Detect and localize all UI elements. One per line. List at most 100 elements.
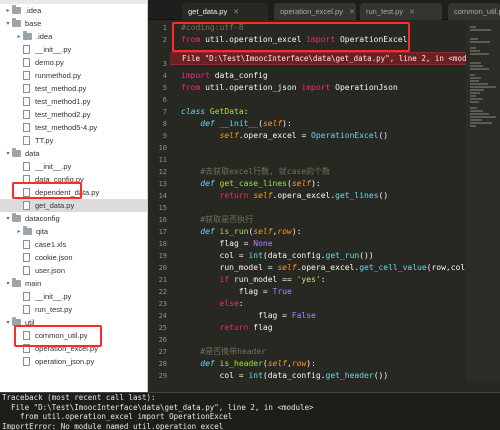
line-number: 22 bbox=[158, 288, 167, 296]
chevron-right-icon[interactable]: ▸ bbox=[4, 7, 12, 14]
tree-file[interactable]: __init__.py bbox=[0, 290, 147, 303]
tree-folder[interactable]: ▸ .idea bbox=[0, 4, 147, 17]
tree-file[interactable]: TT.py bbox=[0, 134, 147, 147]
code-token: : bbox=[238, 299, 244, 308]
tree-item-label: dependent_data.py bbox=[35, 188, 100, 197]
tree-folder[interactable]: ▾ util bbox=[0, 316, 147, 329]
folder-icon bbox=[23, 226, 32, 235]
code-token: get_cell_value bbox=[359, 263, 427, 272]
code-token: self bbox=[219, 131, 239, 140]
line-number-gutter: 1 2 3 4 5 6 7 8 9 10 11 12 13 14 15 16 17 18 19 20 21 22 23 24 2… bbox=[148, 20, 170, 382]
editor-tab[interactable]: run_test.py ✕ bbox=[360, 3, 442, 20]
tree-file[interactable]: demo.py bbox=[0, 56, 147, 69]
line-number: 28 bbox=[158, 360, 167, 368]
minimap-line bbox=[470, 86, 496, 88]
tree-item-label: main bbox=[25, 279, 42, 288]
close-icon[interactable]: ✕ bbox=[349, 8, 355, 16]
tree-file[interactable]: __init__.py bbox=[0, 160, 147, 173]
file-icon bbox=[23, 110, 30, 119]
chevron-down-icon[interactable]: ▾ bbox=[4, 215, 12, 222]
folder-icon bbox=[12, 148, 21, 157]
code-token: self bbox=[277, 263, 297, 272]
minimap-line bbox=[470, 122, 493, 124]
editor-tab[interactable]: operation_excel.py ✕ bbox=[274, 3, 356, 20]
close-icon[interactable]: ✕ bbox=[233, 8, 239, 16]
tree-folder[interactable]: ▾ main bbox=[0, 277, 147, 290]
tree-file[interactable]: common_util.py bbox=[0, 329, 147, 342]
folder-icon bbox=[12, 278, 21, 287]
tree-file[interactable]: case1.xls bbox=[0, 238, 147, 251]
code-token: data_config bbox=[209, 71, 268, 80]
file-icon bbox=[23, 84, 30, 93]
tree-item-label: util bbox=[25, 318, 35, 327]
chevron-down-icon[interactable]: ▾ bbox=[4, 150, 12, 157]
tree-file[interactable]: runmethod.py bbox=[0, 69, 147, 82]
code-token: #coding:utf-8 bbox=[181, 23, 244, 32]
tree-folder[interactable]: ▸ .idea bbox=[0, 30, 147, 43]
tree-folder[interactable]: ▾ data bbox=[0, 147, 147, 160]
tree-item-label: runmethod.py bbox=[35, 71, 81, 80]
tree-item-label: cookie.json bbox=[35, 253, 73, 262]
minimap-line bbox=[470, 110, 483, 112]
tree-file[interactable]: test_method.py bbox=[0, 82, 147, 95]
tree-item-label: test_method2.py bbox=[35, 110, 91, 119]
console-line: ImportError: No module named util.operat… bbox=[2, 421, 224, 430]
chevron-right-icon[interactable]: ▸ bbox=[15, 33, 23, 40]
tree-folder[interactable]: ▸ qita bbox=[0, 225, 147, 238]
code-token: class bbox=[181, 107, 206, 116]
tree-file[interactable]: operation_json.py bbox=[0, 355, 147, 368]
tree-file[interactable]: operation_excel.py bbox=[0, 342, 147, 355]
chevron-right-icon[interactable]: ▸ bbox=[15, 228, 23, 235]
code-token: util.operation_json bbox=[200, 83, 302, 92]
tree-file[interactable]: test_method5-4.py bbox=[0, 121, 147, 134]
tree-folder[interactable]: ▾ base bbox=[0, 17, 147, 30]
tree-file[interactable]: __init__.py bbox=[0, 43, 147, 56]
code-editor[interactable]: 1 2 3 4 5 6 7 8 9 10 11 12 13 14 15 16 17 18 19 20 21 22 23 24 2… bbox=[148, 20, 500, 382]
chevron-down-icon[interactable]: ▾ bbox=[4, 319, 12, 326]
tree-file[interactable]: test_method2.py bbox=[0, 108, 147, 121]
tree-item-label: common_util.py bbox=[35, 331, 88, 340]
tree-file[interactable]: run_test.py bbox=[0, 303, 147, 316]
code-token: def bbox=[200, 119, 215, 128]
tree-file[interactable]: cookie.json bbox=[0, 251, 147, 264]
tree-file[interactable]: dependent_data.py bbox=[0, 186, 147, 199]
line-number: 26 bbox=[158, 336, 167, 344]
tree-file[interactable]: user.json bbox=[0, 264, 147, 277]
tree-item-label: run_test.py bbox=[35, 305, 73, 314]
editor-tab[interactable]: get_data.py ✕ bbox=[182, 3, 268, 20]
file-tree-sidebar: ▸ .idea ▾ base ▸ .idea __init__.py demo.py runme… bbox=[0, 0, 148, 392]
code-token: get_case_lines bbox=[219, 179, 287, 188]
chevron-down-icon[interactable]: ▾ bbox=[4, 20, 12, 27]
code-token: col = bbox=[181, 251, 249, 260]
code-line: def is_run(self,row): bbox=[181, 226, 301, 238]
close-icon[interactable]: ✕ bbox=[409, 8, 415, 16]
tree-file[interactable]: get_data.py bbox=[0, 199, 147, 212]
chevron-down-icon[interactable]: ▾ bbox=[4, 280, 12, 287]
tree-item-label: test_method.py bbox=[35, 84, 87, 93]
code-token: : bbox=[243, 107, 249, 116]
line-number: 29 bbox=[158, 372, 167, 380]
line-number: 1 bbox=[162, 24, 167, 32]
code-line: from util.operation_excel import Operati… bbox=[181, 34, 407, 46]
tree-folder[interactable]: ▾ dataconfig bbox=[0, 212, 147, 225]
code-token: is_run bbox=[219, 227, 249, 236]
tree-file[interactable]: data_config.py bbox=[0, 173, 147, 186]
tree-item-label: __init__.py bbox=[35, 162, 72, 171]
code-token: ): bbox=[306, 359, 316, 368]
tree-item-label: demo.py bbox=[35, 58, 64, 67]
minimap[interactable] bbox=[466, 20, 500, 382]
editor-tab[interactable]: common_util.py✕ bbox=[448, 3, 500, 20]
code-token: get_header bbox=[325, 371, 374, 380]
minimap-line bbox=[470, 53, 490, 55]
tree-item-label: dataconfig bbox=[25, 214, 60, 223]
code-token: ): bbox=[291, 227, 302, 236]
line-number: 24 bbox=[158, 312, 167, 320]
code-token: def bbox=[200, 179, 215, 188]
code-token: row bbox=[277, 227, 292, 236]
tree-file[interactable]: test_method1.py bbox=[0, 95, 147, 108]
line-number: 5 bbox=[162, 84, 167, 92]
code-token: row bbox=[291, 359, 307, 368]
file-icon bbox=[23, 71, 30, 80]
